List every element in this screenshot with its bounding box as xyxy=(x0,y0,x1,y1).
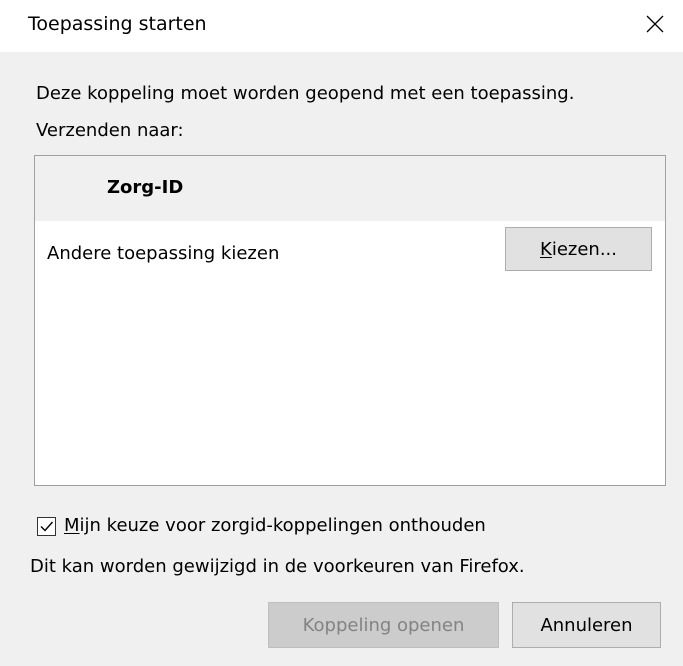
preferences-note: Dit kan worden gewijzigd in de voorkeure… xyxy=(30,556,525,577)
title-bar: Toepassing starten xyxy=(0,0,683,52)
remember-checkbox[interactable] xyxy=(37,516,56,536)
other-app-label: Andere toepassing kiezen xyxy=(47,243,280,264)
list-item-other-app[interactable]: Andere toepassing kiezen Kiezen... xyxy=(35,221,665,286)
dialog-content: Deze koppeling moet worden geopend met e… xyxy=(0,52,683,666)
choose-label: iezen... xyxy=(551,238,617,260)
checkmark-icon xyxy=(40,521,54,532)
close-icon xyxy=(646,15,664,33)
remember-choice[interactable]: Mijn keuze voor zorgid-koppelingen ontho… xyxy=(37,513,486,539)
list-item-zorg-id[interactable]: Zorg-ID xyxy=(35,156,665,221)
close-button[interactable] xyxy=(627,0,683,48)
dialog-message: Deze koppeling moet worden geopend met e… xyxy=(36,83,575,104)
remember-label: Mijn keuze voor zorgid-koppelingen ontho… xyxy=(64,514,486,538)
choose-accesskey: K xyxy=(540,238,552,260)
cancel-button[interactable]: Annuleren xyxy=(512,602,661,648)
remember-accesskey: M xyxy=(64,515,80,536)
window-title: Toepassing starten xyxy=(28,13,207,35)
open-link-button[interactable]: Koppeling openen xyxy=(268,602,499,648)
list-item-label: Zorg-ID xyxy=(107,177,184,198)
send-to-label: Verzenden naar: xyxy=(36,120,184,141)
choose-button[interactable]: Kiezen... xyxy=(505,227,652,271)
remember-label-text: ijn keuze voor zorgid-koppelingen onthou… xyxy=(79,515,486,536)
application-list[interactable]: Zorg-ID Andere toepassing kiezen Kiezen.… xyxy=(34,155,666,486)
